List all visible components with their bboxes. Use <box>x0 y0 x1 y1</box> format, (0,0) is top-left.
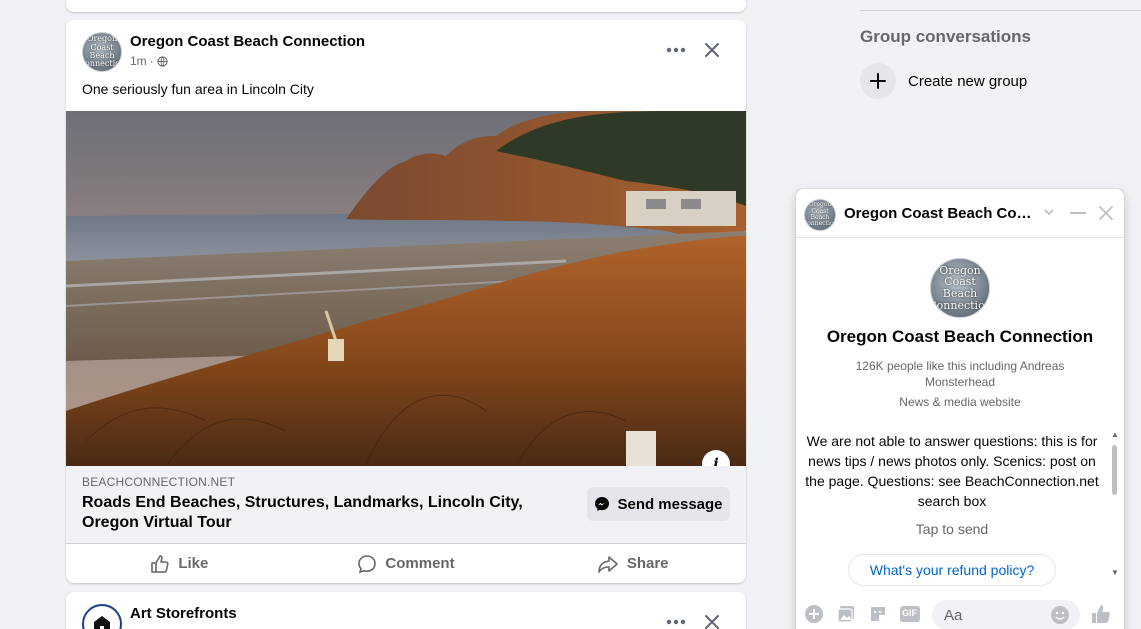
messenger-chat-window: Oregon Coast Beach Connection Oregon Coa… <box>796 189 1124 629</box>
message-input-box[interactable] <box>932 600 1080 629</box>
chat-composer: GIF <box>796 595 1124 629</box>
globe-icon <box>157 55 168 67</box>
close-icon <box>705 615 719 629</box>
share-button[interactable]: Share <box>519 544 746 583</box>
page-avatar[interactable]: Oregon Coast Beach Connection <box>82 32 122 72</box>
avatar-logo-text: Oregon Coast Beach Connection <box>804 201 836 228</box>
chat-scrollbar[interactable]: ▲ ▼ <box>1110 430 1120 580</box>
post-meta: 1m · <box>130 54 168 68</box>
create-new-group-button[interactable]: Create new group <box>860 63 1027 99</box>
link-preview[interactable]: BEACHCONNECTION.NET Roads End Beaches, S… <box>66 466 746 544</box>
tap-to-send-label: Tap to send <box>915 521 989 537</box>
chat-title[interactable]: Oregon Coast Beach Connection <box>844 205 1036 222</box>
minimize-icon <box>1070 212 1086 214</box>
like-icon <box>151 554 169 573</box>
post-page-name[interactable]: Oregon Coast Beach Connection <box>130 33 365 50</box>
close-icon <box>1099 206 1113 220</box>
group-conversations-heading: Group conversations <box>860 27 1031 46</box>
next-post-hide-button[interactable] <box>698 608 726 629</box>
chevron-down-icon[interactable] <box>1042 205 1056 219</box>
emoji-icon[interactable] <box>1050 605 1070 625</box>
chat-greeting-message: We are not able to answer questions: thi… <box>805 433 1099 509</box>
post-actions: Like Comment Share <box>66 544 746 583</box>
meta-separator: · <box>149 54 154 68</box>
scroll-down-icon[interactable]: ▼ <box>1111 568 1119 577</box>
like-label: Like <box>178 555 209 572</box>
add-icon <box>805 605 823 623</box>
more-icon <box>666 619 686 625</box>
chat-page-name[interactable]: Oregon Coast Beach Connection <box>796 327 1124 347</box>
thumbs-up-icon <box>1092 605 1110 623</box>
minimize-chat-button[interactable] <box>1068 203 1088 223</box>
link-title[interactable]: Roads End Beaches, Structures, Landmarks… <box>82 493 552 533</box>
scroll-thumb[interactable] <box>1112 445 1117 495</box>
sticker-button[interactable] <box>867 603 889 625</box>
scroll-up-icon[interactable]: ▲ <box>1111 430 1119 439</box>
avatar-logo-text: Oregon Coast Beach Connection <box>83 34 121 69</box>
previous-post-card <box>66 0 746 12</box>
add-button[interactable] <box>803 603 825 625</box>
plus-button-circle <box>860 63 896 99</box>
post-more-button[interactable] <box>662 36 690 64</box>
image-icon <box>837 606 854 623</box>
plus-icon <box>870 73 886 89</box>
comment-icon <box>358 554 377 573</box>
post-timestamp[interactable]: 1m <box>130 54 147 68</box>
storefront-logo-icon <box>94 616 110 629</box>
quick-reply-refund-policy[interactable]: What's your refund policy? <box>848 554 1056 586</box>
chat-body: Oregon Coast Beach Connection Oregon Coa… <box>796 238 1124 588</box>
link-domain: BEACHCONNECTION.NET <box>82 475 236 489</box>
message-input[interactable] <box>944 600 1044 629</box>
chat-page-category: News & media website <box>899 395 1021 409</box>
next-post-page-name[interactable]: Art Storefronts <box>130 605 237 622</box>
chat-profile-avatar[interactable]: Oregon Coast Beach Connection <box>930 258 990 318</box>
avatar-logo-text: Oregon Coast Beach Connection <box>930 263 990 312</box>
gif-button[interactable]: GIF <box>899 603 921 625</box>
right-column-divider <box>860 10 1141 11</box>
chat-likes-info: 126K people like this including Andreas … <box>855 359 1065 389</box>
next-page-avatar[interactable] <box>82 604 122 629</box>
close-icon <box>705 43 719 57</box>
chat-header-avatar[interactable]: Oregon Coast Beach Connection <box>804 199 836 231</box>
send-like-button[interactable] <box>1090 603 1112 625</box>
post-text: One seriously fun area in Lincoln City <box>82 81 314 97</box>
like-button[interactable]: Like <box>66 544 293 583</box>
feed-post: Oregon Coast Beach Connection Oregon Coa… <box>66 20 746 583</box>
send-message-button[interactable]: Send message <box>587 487 730 521</box>
messenger-icon <box>595 497 610 511</box>
share-icon <box>598 555 618 573</box>
share-label: Share <box>626 555 669 572</box>
comment-button[interactable]: Comment <box>293 544 520 583</box>
beach-photo <box>66 111 746 466</box>
next-post-more-button[interactable] <box>662 608 690 629</box>
post-photo[interactable] <box>66 111 746 466</box>
next-feed-post: Art Storefronts <box>66 592 746 629</box>
chat-header[interactable]: Oregon Coast Beach Connection Oregon Coa… <box>796 189 1124 238</box>
post-hide-button[interactable] <box>698 36 726 64</box>
more-icon <box>666 47 686 53</box>
sticker-icon <box>871 607 885 621</box>
gif-label: GIF <box>902 608 917 618</box>
create-new-group-label: Create new group <box>908 72 1028 90</box>
close-chat-button[interactable] <box>1096 203 1116 223</box>
attach-image-button[interactable] <box>835 603 857 625</box>
post-header: Oregon Coast Beach Connection Oregon Coa… <box>66 20 746 80</box>
send-message-label: Send message <box>617 495 723 513</box>
comment-label: Comment <box>385 555 455 572</box>
